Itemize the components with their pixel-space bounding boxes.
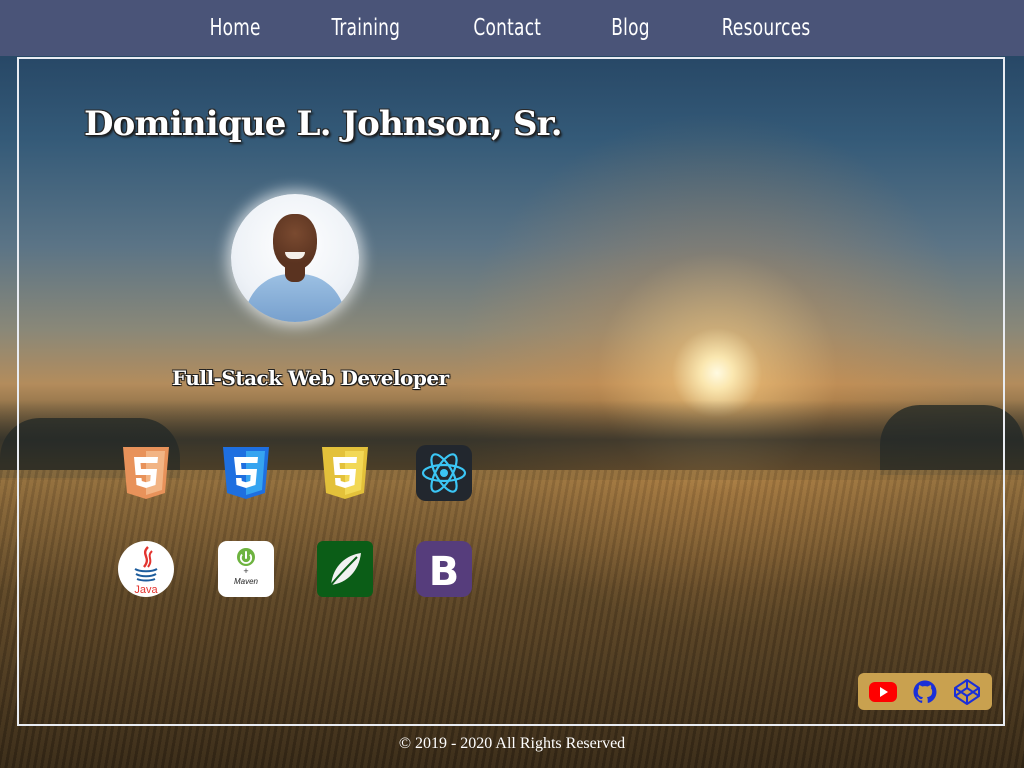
avatar [231,194,359,322]
content-frame [17,57,1005,726]
nav-resources[interactable]: Resources [721,15,810,41]
nav-blog[interactable]: Blog [611,15,650,41]
page-title: Dominique L. Johnson, Sr. [84,104,563,144]
nav-home[interactable]: Home [210,15,261,41]
react-icon [416,445,472,501]
svg-text:Maven: Maven [234,577,259,586]
bootstrap-icon: B [416,541,472,597]
github-icon[interactable] [909,678,941,706]
nav-contact[interactable]: Contact [474,15,542,41]
svg-text:Java: Java [134,584,158,596]
sass-icon [317,445,373,501]
codepen-icon[interactable] [951,678,983,706]
html5-icon [118,445,174,501]
job-title: Full-Stack Web Developer [172,366,449,390]
social-links [858,673,992,710]
thymeleaf-icon [317,541,373,597]
java-icon: Java [118,541,174,597]
css3-icon [218,445,274,501]
spring-maven-icon: + Maven [218,541,274,597]
nav-training[interactable]: Training [332,15,401,41]
footer-copyright: © 2019 - 2020 All Rights Reserved [398,735,626,752]
top-navigation: Home Training Contact Blog Resources [0,0,1024,56]
svg-text:B: B [429,549,460,595]
svg-text:+: + [243,566,248,576]
youtube-icon[interactable] [867,678,899,706]
